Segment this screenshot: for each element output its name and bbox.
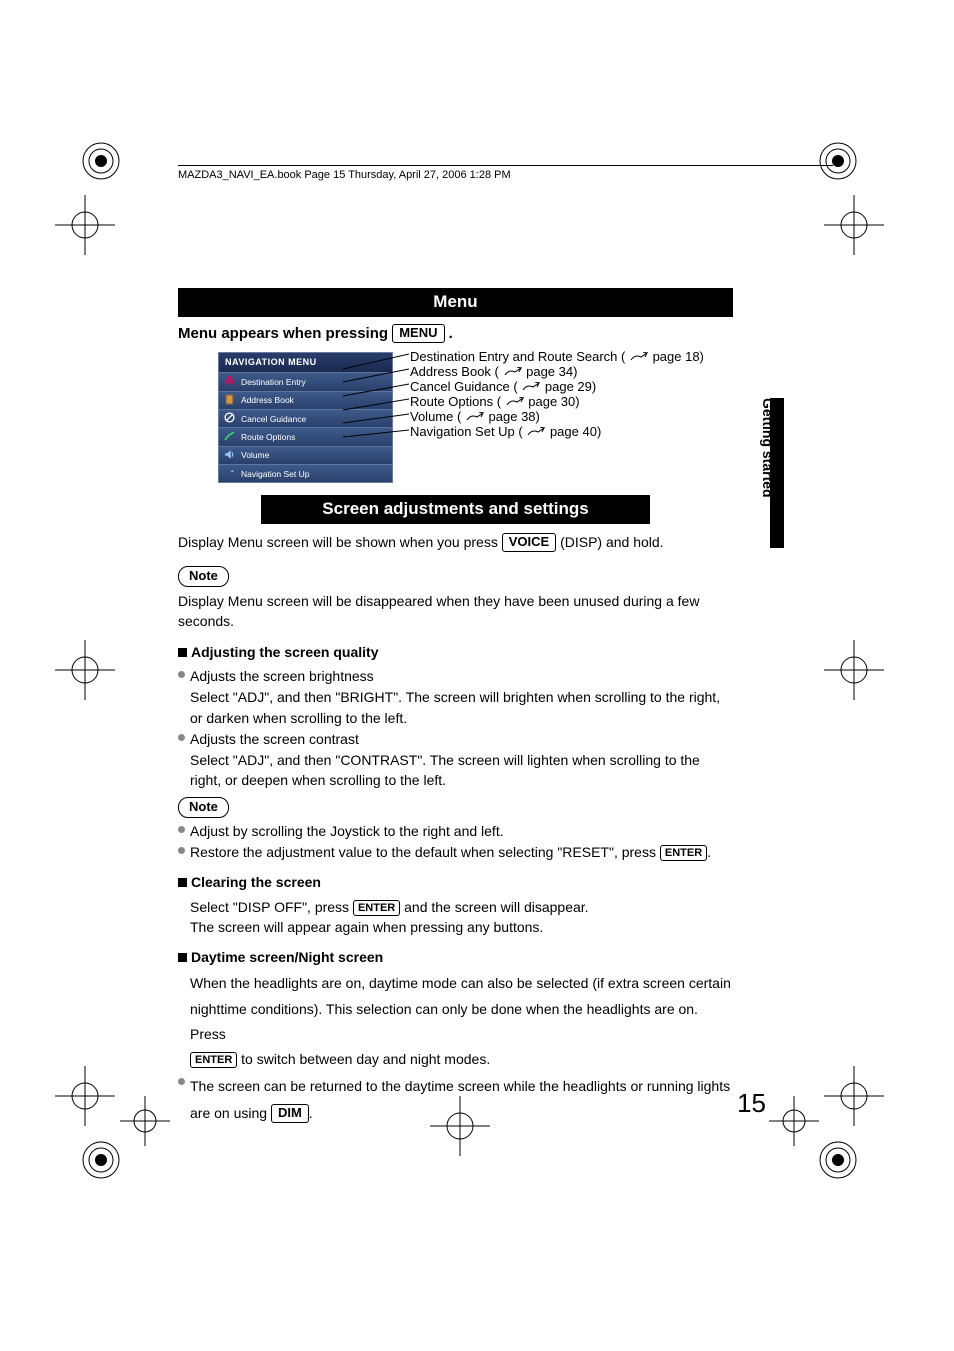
crosshair-icon — [120, 1096, 170, 1146]
heading-screen: Screen adjustments and settings — [261, 495, 650, 524]
subheading-quality: Adjusting the screen quality — [178, 642, 733, 662]
volume-icon — [224, 449, 235, 460]
display-menu-line: Display Menu screen will be shown when y… — [178, 532, 733, 552]
bullet: Adjust by scrolling the Joystick to the … — [178, 821, 733, 841]
pageref-icon — [526, 427, 546, 437]
section-tab: Getting started — [762, 398, 784, 548]
note-label: Note — [178, 566, 229, 587]
callout-list: Destination Entry and Route Search ( pag… — [410, 352, 704, 438]
crosshair-icon — [824, 1066, 884, 1126]
callout: Address Book ( page 34) — [410, 363, 704, 378]
nav-item: Destination Entry — [219, 372, 392, 390]
wrench-icon — [224, 467, 235, 478]
regmark-icon — [80, 140, 122, 182]
crosshair-icon — [824, 640, 884, 700]
bullet: The screen can be returned to the daytim… — [178, 1073, 733, 1126]
bullet-icon — [178, 847, 185, 854]
enter-key: ENTER — [660, 845, 707, 861]
regmark-icon — [817, 1139, 859, 1181]
subheading-daynight: Daytime screen/Night screen — [178, 947, 733, 967]
menu-key: MENU — [392, 324, 444, 343]
note-text: Display Menu screen will be disappeared … — [178, 591, 733, 632]
subheading-clear: Clearing the screen — [178, 872, 733, 892]
nav-menu-screenshot: NAVIGATION MENU Destination Entry Addres… — [218, 352, 393, 483]
heading-menu: Menu — [178, 288, 733, 317]
crosshair-icon — [55, 195, 115, 255]
voice-key: VOICE — [502, 533, 556, 552]
callout: Cancel Guidance ( page 29) — [410, 378, 704, 393]
bullet-body: Select "ADJ", and then "BRIGHT". The scr… — [178, 687, 733, 728]
page-number: 15 — [737, 1088, 766, 1119]
nav-item: Volume — [219, 446, 392, 464]
bullet-body: Select "ADJ", and then "CONTRAST". The s… — [178, 750, 733, 791]
book-icon — [224, 394, 235, 405]
bullet-icon — [178, 1078, 185, 1085]
menu-subhead-text: Menu appears when pressing — [178, 325, 392, 342]
nav-menu-figure: NAVIGATION MENU Destination Entry Addres… — [178, 352, 733, 483]
pageref-icon — [505, 397, 525, 407]
bullet: Adjusts the screen brightness — [178, 666, 733, 686]
callout: Navigation Set Up ( page 40) — [410, 423, 704, 438]
enter-key: ENTER — [353, 900, 400, 916]
destination-icon — [224, 375, 235, 386]
crosshair-icon — [55, 640, 115, 700]
pageref-icon — [521, 382, 541, 392]
bullet: Adjusts the screen contrast — [178, 729, 733, 749]
enter-key: ENTER — [190, 1052, 237, 1068]
bullet-icon — [178, 826, 185, 833]
crosshair-icon — [55, 1066, 115, 1126]
nav-item: Navigation Set Up — [219, 464, 392, 482]
body-text: When the headlights are on, daytime mode… — [178, 971, 733, 1072]
bullet-icon — [178, 734, 185, 741]
pageref-icon — [465, 412, 485, 422]
body-text: Select "DISP OFF", press ENTER and the s… — [178, 897, 733, 938]
crosshair-icon — [769, 1096, 819, 1146]
square-bullet-icon — [178, 648, 187, 657]
nav-item: Cancel Guidance — [219, 409, 392, 427]
menu-subhead: Menu appears when pressing MENU . — [178, 323, 733, 345]
callout: Volume ( page 38) — [410, 408, 704, 423]
dim-key: DIM — [271, 1104, 309, 1123]
running-header: MAZDA3_NAVI_EA.book Page 15 Thursday, Ap… — [178, 165, 833, 181]
square-bullet-icon — [178, 953, 187, 962]
bullet: Restore the adjustment value to the defa… — [178, 842, 733, 862]
route-icon — [224, 430, 235, 441]
nav-menu-title: NAVIGATION MENU — [219, 353, 392, 372]
pageref-icon — [503, 367, 523, 377]
crosshair-icon — [824, 195, 884, 255]
note-label: Note — [178, 797, 229, 818]
section-tab-label: Getting started — [760, 398, 776, 498]
callout: Route Options ( page 30) — [410, 393, 704, 408]
regmark-icon — [80, 1139, 122, 1181]
cancel-icon — [224, 412, 235, 423]
nav-item: Route Options — [219, 427, 392, 445]
bullet-icon — [178, 671, 185, 678]
square-bullet-icon — [178, 878, 187, 887]
pageref-icon — [629, 352, 649, 362]
callout: Destination Entry and Route Search ( pag… — [410, 348, 704, 363]
